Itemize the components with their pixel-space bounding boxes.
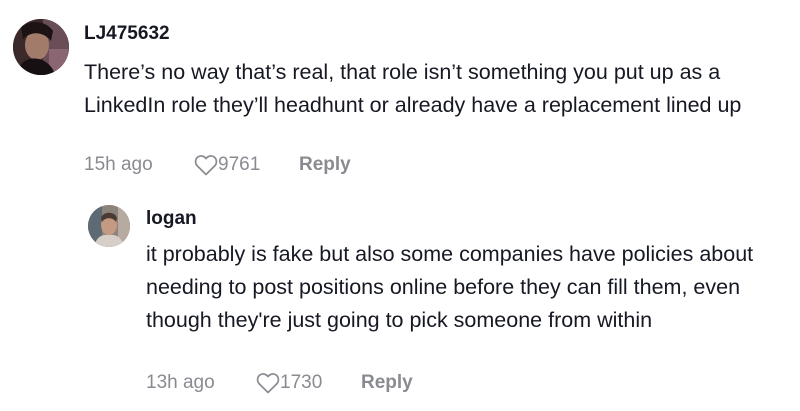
heart-outline-icon bbox=[256, 372, 280, 394]
reply-button[interactable]: Reply bbox=[299, 154, 351, 176]
reply-button[interactable]: Reply bbox=[361, 372, 413, 394]
comment-text: it probably is fake but also some compan… bbox=[146, 242, 754, 332]
comment-meta: 13h ago 1730 Reply bbox=[146, 369, 413, 397]
comment: LJ475632 There’s no way that’s real, tha… bbox=[0, 0, 800, 190]
comment-meta: 15h ago 9761 Reply bbox=[84, 151, 351, 179]
like-count: 1730 bbox=[280, 372, 323, 393]
like-count: 9761 bbox=[218, 154, 261, 175]
avatar[interactable] bbox=[13, 19, 69, 75]
comment-username[interactable]: LJ475632 bbox=[84, 22, 170, 46]
reply-comment: logan it probably is fake but also some … bbox=[0, 190, 800, 411]
heart-outline-icon bbox=[194, 154, 218, 176]
comment-timestamp: 15h ago bbox=[84, 154, 153, 175]
comment-timestamp: 13h ago bbox=[146, 372, 215, 393]
like-button[interactable]: 9761 bbox=[194, 154, 299, 176]
comment-text: There’s no way that’s real, that role is… bbox=[84, 60, 742, 117]
like-button[interactable]: 1730 bbox=[256, 372, 361, 394]
avatar[interactable] bbox=[88, 205, 130, 247]
comment-username[interactable]: logan bbox=[146, 207, 197, 231]
